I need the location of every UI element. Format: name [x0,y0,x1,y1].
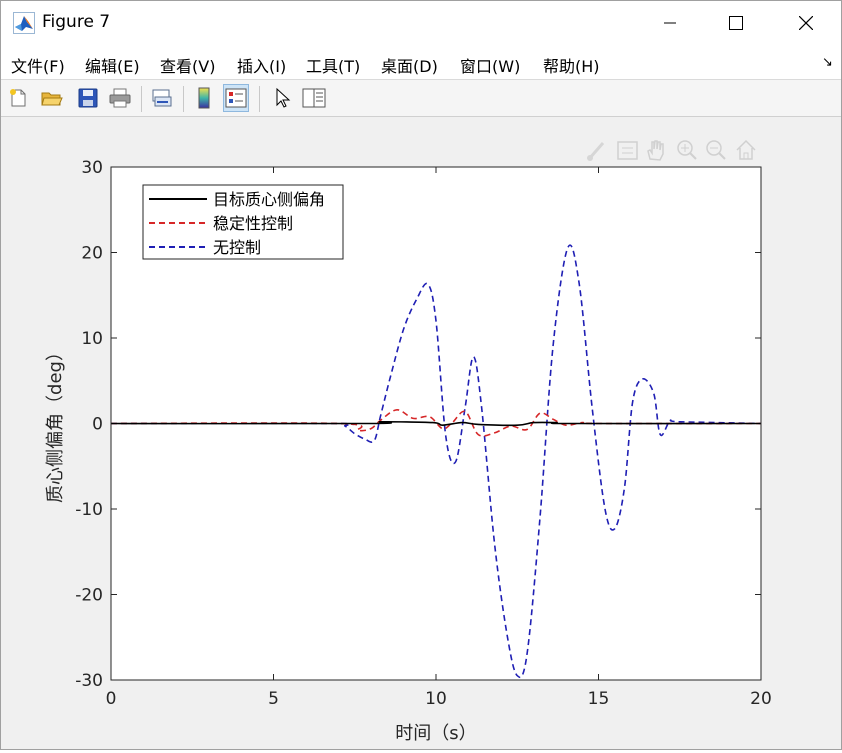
menu-insert[interactable]: 插入(I) [237,53,286,77]
x-tick-label: 10 [425,689,447,709]
property-inspector-icon [302,88,326,108]
pan-icon[interactable] [647,140,664,161]
x-tick-label: 0 [106,689,117,709]
toolbar-separator [141,86,142,112]
print-button[interactable] [107,84,133,112]
edit-plot-button[interactable] [269,84,295,112]
legend-label: 目标质心侧偏角 [213,190,325,209]
open-folder-icon [41,92,63,106]
zoom-out-icon[interactable] [706,140,726,160]
toolbar-separator [259,86,260,112]
menu-help[interactable]: 帮助(H) [543,53,600,77]
minimize-icon [664,22,676,24]
data-tips-icon[interactable] [617,141,638,160]
insert-colorbar-button[interactable] [191,84,217,112]
insert-legend-button[interactable] [223,84,249,112]
x-tick-label: 5 [268,689,279,709]
arrow-pointer-icon [276,87,291,108]
new-figure-button[interactable] [5,84,31,112]
toolbar-separator [183,86,184,112]
menu-window[interactable]: 窗口(W) [460,53,520,77]
menu-view[interactable]: 查看(V) [160,53,215,77]
brush-icon[interactable] [587,142,605,161]
save-icon [78,88,98,108]
menu-desktop[interactable]: 桌面(D) [381,53,438,77]
legend-label: 无控制 [213,238,261,257]
menu-tools[interactable]: 工具(T) [306,53,360,77]
y-tick-label: 10 [81,329,103,349]
matlab-icon [13,12,35,34]
y-tick-label: 20 [81,244,103,264]
menu-file[interactable]: 文件(F) [11,53,65,77]
axes-toolbar [587,139,756,161]
link-plot-icon [152,89,172,107]
y-tick-label: -30 [75,671,103,691]
colorbar-icon [198,87,210,109]
save-button[interactable] [75,84,101,112]
legend-icon [225,88,247,108]
property-inspector-button[interactable] [301,84,327,112]
menu-edit[interactable]: 编辑(E) [85,53,140,77]
print-icon [109,88,131,108]
y-tick-label: -10 [75,500,103,520]
title-bar: Figure 7 [1,1,841,45]
zoom-in-icon[interactable] [677,140,697,160]
home-icon[interactable] [736,139,756,160]
y-tick-label: 0 [92,415,103,435]
x-tick-label: 20 [750,689,772,709]
y-tick-label: 30 [81,158,103,178]
legend-label: 稳定性控制 [213,214,293,233]
menu-dock-arrow-icon[interactable]: ↘ [822,55,833,70]
figure-canvas: 0 5 10 15 20 30 20 10 0 -10 -20 -30 目标质心侧偏角 稳定性控制无控… [1,117,841,749]
chart-svg: 0 5 10 15 20 30 20 10 0 -10 -20 -30 目标质心侧偏角稳定性控制无控… [45,139,772,744]
minimize-button[interactable] [647,1,693,45]
menu-bar: 文件(F) 编辑(E) 查看(V) 插入(I) 工具(T) 桌面(D) 窗口(W… [1,45,841,80]
close-button[interactable] [783,1,829,45]
open-file-button[interactable] [39,84,65,112]
new-file-icon [10,89,26,107]
legend[interactable]: 目标质心侧偏角稳定性控制无控制 [142,184,344,260]
maximize-button[interactable] [713,1,759,45]
maximize-icon [729,16,743,30]
x-axis-label: 时间（s） [395,723,476,744]
y-tick-label: -20 [75,586,103,606]
figure-toolbar [1,80,841,117]
x-tick-label: 15 [588,689,610,709]
close-icon [799,16,813,30]
window-title: Figure 7 [42,12,111,32]
figure-window: Figure 7 文件(F) 编辑(E) 查看(V) 插入(I) 工具(T) 桌… [0,0,842,750]
link-plot-button[interactable] [149,84,175,112]
y-axis-label: 质心侧偏角（deg） [45,343,66,503]
